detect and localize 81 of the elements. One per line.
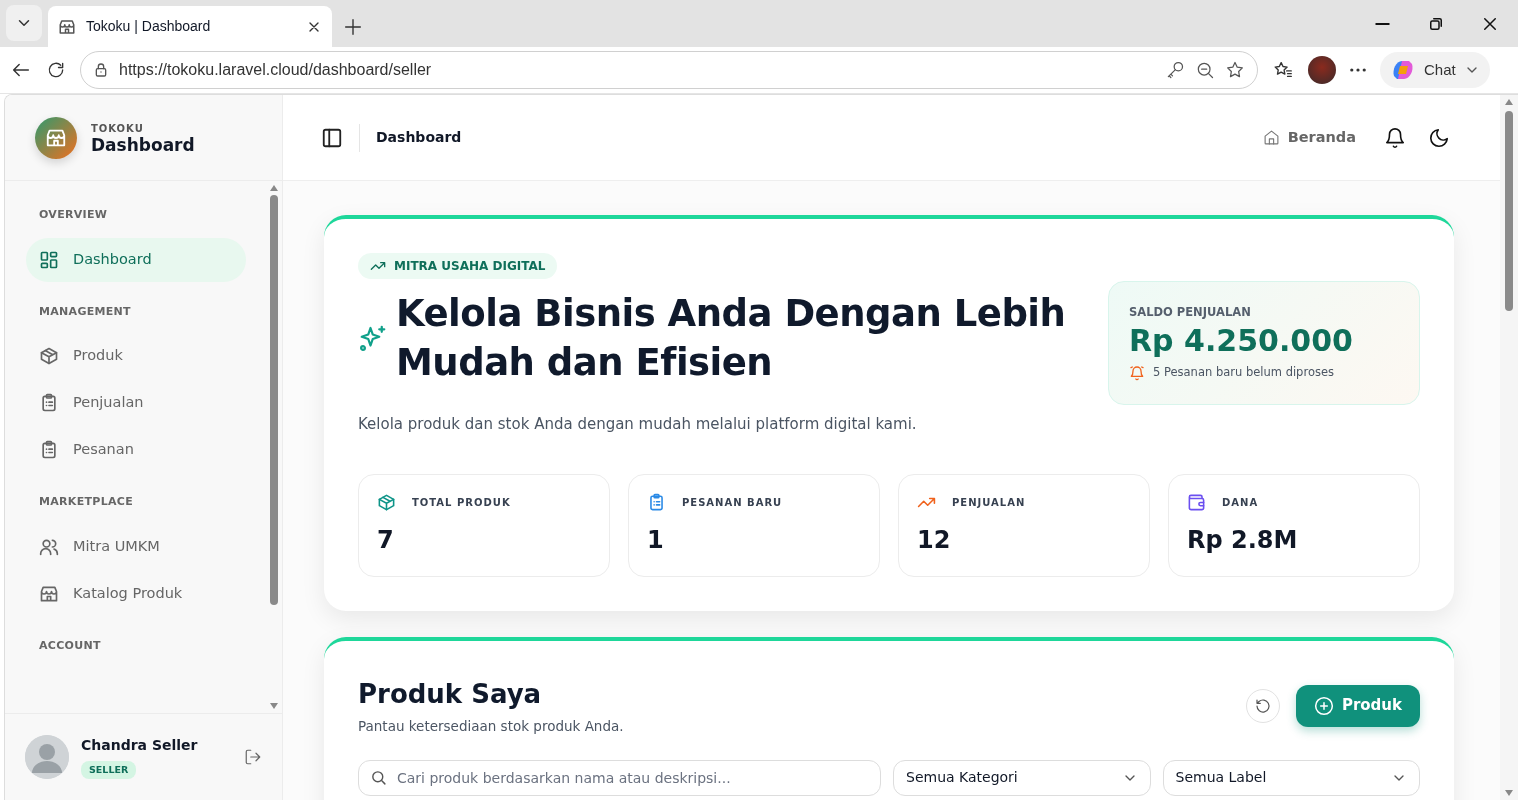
hero-subtitle: Kelola produk dan stok Anda dengan mudah melalui platform digital kami. bbox=[358, 414, 918, 435]
chat-button[interactable]: Chat bbox=[1380, 52, 1490, 88]
scroll-thumb[interactable] bbox=[270, 195, 278, 605]
scrollbar[interactable] bbox=[1500, 95, 1518, 800]
section-heading: MARKETPLACE bbox=[39, 494, 134, 510]
filter-dropdown[interactable]: Semua Label bbox=[1162, 759, 1420, 796]
search-icon bbox=[370, 768, 387, 786]
refresh-icon bbox=[1254, 697, 1271, 714]
clipboard-icon bbox=[647, 492, 666, 512]
store-icon bbox=[58, 17, 76, 36]
stat-value: 12 bbox=[917, 524, 952, 556]
section-subtitle: Pantau ketersediaan stok produk Anda. bbox=[358, 716, 625, 736]
add-product-button[interactable]: Produk bbox=[1295, 684, 1420, 727]
search-field[interactable]: Cari produk berdasarkan nama atau deskripsi... bbox=[358, 759, 881, 796]
scroll-up-icon[interactable] bbox=[1505, 99, 1513, 105]
scroll-down-icon[interactable] bbox=[1505, 790, 1513, 796]
stat-label: PENJUALAN bbox=[952, 495, 1026, 510]
alarm-bell-icon bbox=[1129, 364, 1145, 381]
bell-icon bbox=[1384, 126, 1406, 149]
user-avatar bbox=[25, 735, 69, 779]
clipboard-icon bbox=[39, 440, 59, 460]
reload-button[interactable] bbox=[46, 60, 66, 80]
user-name: Chandra Seller bbox=[81, 735, 199, 755]
pending-orders-note: 5 Pesanan baru belum diproses bbox=[1153, 364, 1334, 382]
brand-title: Dashboard bbox=[91, 135, 195, 155]
moon-icon bbox=[1428, 126, 1450, 149]
grid-icon bbox=[39, 249, 59, 270]
reload-icon bbox=[46, 60, 66, 80]
scroll-up-icon[interactable] bbox=[270, 185, 278, 191]
url-text: https://tokoku.laravel.cloud/dashboard/seller bbox=[119, 60, 433, 80]
page-title: Dashboard bbox=[376, 128, 462, 147]
stat-label: DANA bbox=[1222, 495, 1259, 510]
refresh-button[interactable] bbox=[1245, 688, 1280, 723]
hero-title: Kelola Bisnis Anda Dengan Lebih Mudah dan Efisien bbox=[396, 291, 1067, 386]
section-heading: OVERVIEW bbox=[39, 207, 109, 223]
sparkle-icon bbox=[358, 323, 388, 353]
clipboard-icon bbox=[39, 393, 59, 413]
sidebar-item[interactable]: Produk bbox=[26, 334, 246, 378]
star-icon bbox=[1225, 60, 1245, 80]
theme-toggle-button[interactable] bbox=[1428, 126, 1450, 149]
zoom-out-icon bbox=[1195, 60, 1215, 80]
sidebar-item[interactable]: Pesanan bbox=[26, 428, 246, 472]
scroll-down-icon[interactable] bbox=[270, 703, 278, 709]
plus-circle-icon bbox=[1313, 695, 1334, 716]
wallet-icon bbox=[1187, 492, 1206, 512]
home-icon bbox=[1262, 129, 1280, 146]
role-label: SELLER bbox=[81, 760, 137, 779]
tab-title: Tokoku | Dashboard bbox=[86, 17, 212, 36]
sidebar-item[interactable]: Penjualan bbox=[26, 381, 246, 425]
more-icon bbox=[1350, 68, 1366, 72]
more-button[interactable] bbox=[1350, 68, 1366, 72]
logout-button[interactable] bbox=[244, 748, 262, 766]
stat-value: Rp 2.8M bbox=[1187, 524, 1299, 556]
lock-icon bbox=[93, 62, 109, 78]
sidebar-item[interactable]: Katalog Produk bbox=[26, 571, 246, 616]
stat-value: 7 bbox=[377, 524, 395, 556]
section-heading: MANAGEMENT bbox=[39, 303, 132, 320]
stat-value: 1 bbox=[647, 524, 665, 556]
home-link[interactable]: Beranda bbox=[1262, 126, 1356, 149]
section-heading: ACCOUNT bbox=[39, 637, 102, 654]
minimize-icon bbox=[1374, 22, 1390, 25]
balance-label: SALDO PENJUALAN bbox=[1129, 304, 1252, 321]
browser-tab[interactable]: Tokoku | Dashboard bbox=[48, 6, 332, 47]
key-icon bbox=[1165, 60, 1185, 80]
box-icon bbox=[377, 492, 396, 512]
profile-avatar[interactable] bbox=[1308, 56, 1336, 84]
box-icon bbox=[39, 346, 59, 366]
sidebar-item[interactable]: Dashboard bbox=[26, 237, 246, 282]
section-title: Produk Saya bbox=[358, 678, 543, 710]
logout-icon bbox=[244, 748, 262, 766]
stat-label: TOTAL PRODUK bbox=[412, 495, 511, 510]
sidebar-toggle-button[interactable] bbox=[321, 126, 343, 149]
sidebar-item[interactable]: Mitra UMKM bbox=[26, 524, 246, 569]
panel-icon bbox=[321, 126, 343, 149]
filter-dropdown[interactable]: Semua Kategori bbox=[893, 759, 1151, 796]
scroll-thumb[interactable] bbox=[1505, 111, 1513, 311]
stat-label: PESANAN BARU bbox=[682, 495, 783, 510]
notification-button[interactable] bbox=[1384, 126, 1406, 149]
brand-overline: TOKOKU bbox=[91, 121, 145, 136]
hero-badge: MITRA USAHA DIGITAL bbox=[358, 253, 558, 279]
balance-amount: Rp 4.250.000 bbox=[1129, 322, 1354, 361]
